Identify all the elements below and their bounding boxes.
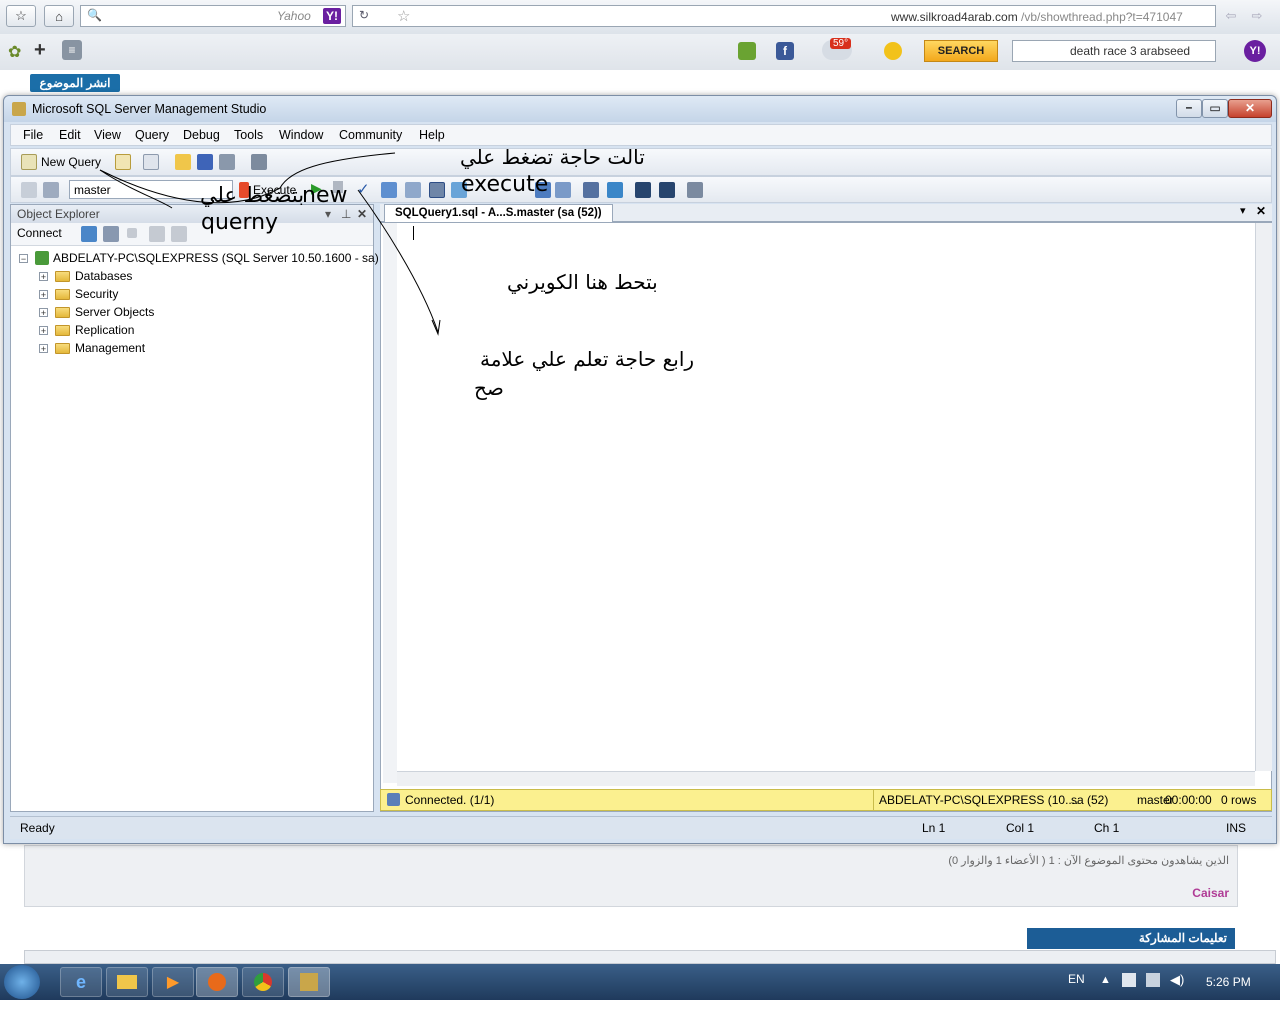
- annotation-check-mark: صح: [474, 376, 504, 400]
- arrow-to-checkmark: [357, 189, 439, 333]
- volume-icon[interactable]: ◀): [1170, 972, 1184, 988]
- annotation-step2: بتحط هنا الكويرني: [507, 270, 658, 294]
- start-button-icon[interactable]: [4, 965, 40, 999]
- annotation-execute: execute: [461, 172, 549, 197]
- annotation-step3: تالت حاجة تضغط علي: [460, 145, 645, 169]
- ssms-taskbar-icon[interactable]: [288, 967, 330, 997]
- action-center-icon[interactable]: [1122, 973, 1136, 987]
- chrome-icon[interactable]: [242, 967, 284, 997]
- network-icon[interactable]: [1146, 973, 1160, 987]
- internet-explorer-icon[interactable]: e: [60, 967, 102, 997]
- clock[interactable]: 5:26 PM: [1206, 975, 1251, 989]
- annotation-query: querny: [201, 210, 279, 235]
- annotation-new: new: [302, 183, 348, 208]
- annotation-step4: رابع حاجة تعلم علي علامة: [480, 347, 695, 371]
- show-hidden-icons-icon[interactable]: ▲: [1100, 974, 1111, 986]
- firefox-icon[interactable]: [196, 967, 238, 997]
- explorer-folder-icon[interactable]: [106, 967, 148, 997]
- annotation-press-on: بتضغط علي: [200, 183, 305, 207]
- language-indicator[interactable]: EN: [1068, 972, 1085, 986]
- media-player-icon[interactable]: ▶: [152, 967, 194, 997]
- windows-taskbar: e ▶ EN ▲ ◀) 5:26 PM: [0, 964, 1280, 1000]
